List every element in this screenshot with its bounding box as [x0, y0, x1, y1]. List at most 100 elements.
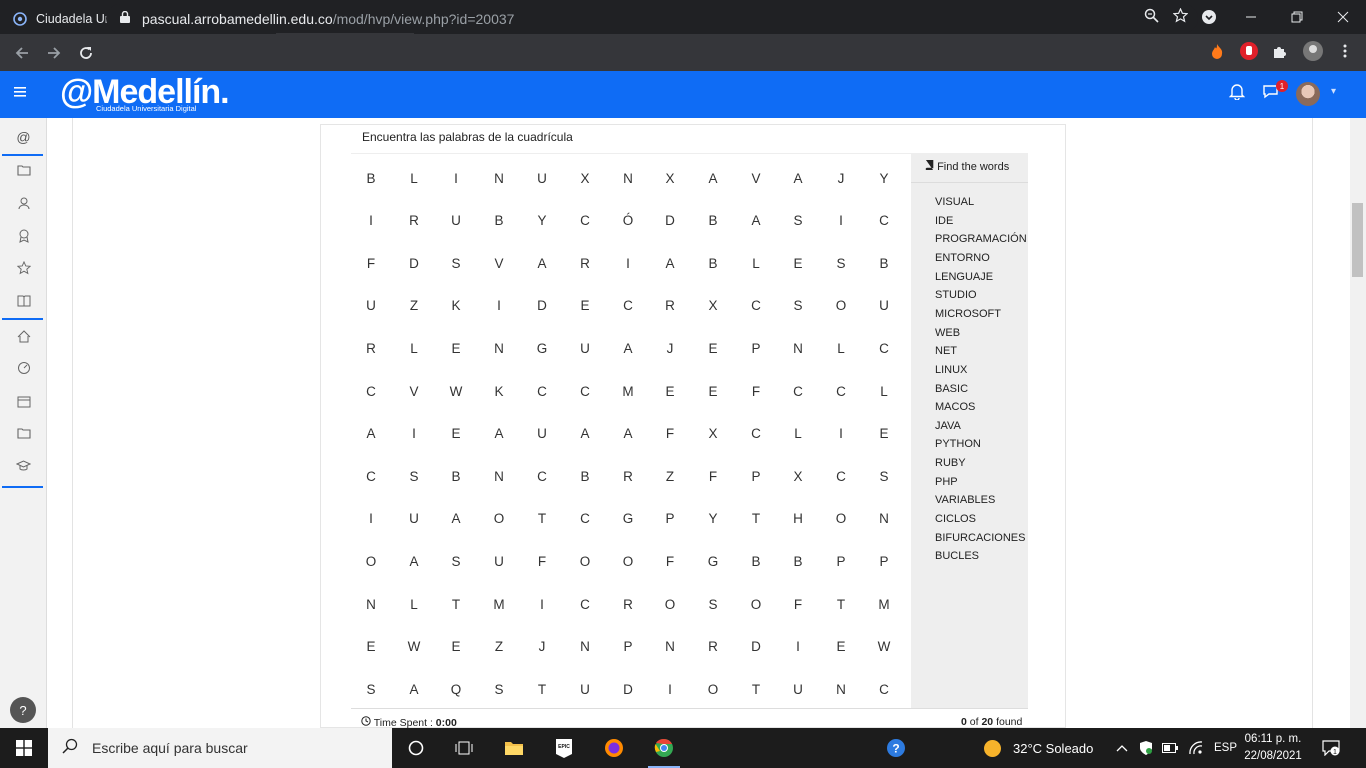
grid-cell[interactable]: M	[613, 376, 643, 406]
grid-cell[interactable]: E	[356, 631, 386, 661]
grid-cell[interactable]: A	[698, 163, 728, 193]
grid-cell[interactable]: E	[570, 290, 600, 320]
grid-cell[interactable]: C	[570, 589, 600, 619]
grid-cell[interactable]: O	[655, 589, 685, 619]
grid-cell[interactable]: O	[484, 503, 514, 533]
grid-cell[interactable]: Y	[527, 205, 557, 235]
letter-grid[interactable]: BLINUXNXAVAJYIRUBYCÓDBASICFDSVARIABLESBU…	[351, 153, 911, 708]
grid-cell[interactable]: N	[869, 503, 899, 533]
grid-cell[interactable]: C	[570, 376, 600, 406]
grid-cell[interactable]: U	[783, 674, 813, 704]
grid-cell[interactable]: P	[655, 503, 685, 533]
grid-cell[interactable]: S	[826, 248, 856, 278]
grid-cell[interactable]: A	[613, 333, 643, 363]
grid-cell[interactable]: G	[613, 503, 643, 533]
grid-cell[interactable]: S	[441, 248, 471, 278]
grid-cell[interactable]: A	[570, 418, 600, 448]
grid-cell[interactable]: Ó	[613, 205, 643, 235]
grid-cell[interactable]: X	[655, 163, 685, 193]
grid-cell[interactable]: P	[613, 631, 643, 661]
grid-cell[interactable]: F	[655, 418, 685, 448]
grid-cell[interactable]: C	[741, 418, 771, 448]
grid-cell[interactable]: Q	[441, 674, 471, 704]
grid-cell[interactable]: S	[484, 674, 514, 704]
minimize-icon[interactable]	[1228, 0, 1274, 34]
zoom-icon[interactable]	[1144, 8, 1159, 27]
grid-cell[interactable]: A	[655, 248, 685, 278]
sidebar-participants-icon[interactable]	[0, 187, 47, 219]
grid-cell[interactable]: R	[655, 290, 685, 320]
grid-cell[interactable]: E	[698, 333, 728, 363]
grid-cell[interactable]: P	[741, 333, 771, 363]
sidebar-star-icon[interactable]	[0, 252, 47, 284]
grid-cell[interactable]: A	[356, 418, 386, 448]
grid-cell[interactable]: B	[869, 248, 899, 278]
grid-cell[interactable]: S	[869, 461, 899, 491]
show-hidden-icons[interactable]	[1116, 728, 1128, 768]
address-bar[interactable]: pascual.arrobamedellin.edu.co/mod/hvp/vi…	[106, 4, 1198, 33]
grid-cell[interactable]: S	[783, 205, 813, 235]
grid-cell[interactable]: L	[399, 589, 429, 619]
grid-cell[interactable]: C	[869, 674, 899, 704]
grid-cell[interactable]: C	[570, 503, 600, 533]
grid-cell[interactable]: N	[655, 631, 685, 661]
grid-cell[interactable]: C	[826, 376, 856, 406]
grid-cell[interactable]: U	[570, 674, 600, 704]
grid-cell[interactable]: I	[356, 503, 386, 533]
grid-cell[interactable]: K	[441, 290, 471, 320]
grid-cell[interactable]: R	[399, 205, 429, 235]
grid-cell[interactable]: W	[869, 631, 899, 661]
epic-games-icon[interactable]: EPIC	[540, 728, 588, 768]
sidebar-grades-icon[interactable]	[0, 284, 47, 316]
grid-cell[interactable]: I	[441, 163, 471, 193]
grid-cell[interactable]: I	[484, 290, 514, 320]
grid-cell[interactable]: B	[441, 461, 471, 491]
browser-menu-icon[interactable]	[1334, 40, 1356, 62]
grid-cell[interactable]: N	[570, 631, 600, 661]
grid-cell[interactable]: I	[399, 418, 429, 448]
grid-cell[interactable]: C	[527, 376, 557, 406]
extensions-puzzle-icon[interactable]	[1268, 40, 1290, 62]
weather-widget[interactable]: 32°C Soleado	[983, 728, 1093, 768]
grid-cell[interactable]: C	[741, 290, 771, 320]
grid-cell[interactable]: S	[441, 546, 471, 576]
grid-cell[interactable]: V	[399, 376, 429, 406]
grid-cell[interactable]: T	[527, 503, 557, 533]
grid-cell[interactable]: A	[399, 546, 429, 576]
grid-cell[interactable]: N	[613, 163, 643, 193]
grid-cell[interactable]: S	[698, 589, 728, 619]
grid-cell[interactable]: V	[741, 163, 771, 193]
restore-icon[interactable]	[1274, 0, 1320, 34]
wifi-icon[interactable]	[1188, 728, 1204, 768]
input-language[interactable]: ESP	[1214, 728, 1237, 768]
chrome-icon[interactable]	[640, 728, 688, 768]
grid-cell[interactable]: R	[613, 589, 643, 619]
sidebar-dashboard-icon[interactable]	[0, 352, 47, 384]
user-menu-caret-icon[interactable]: ▾	[1331, 86, 1336, 97]
grid-cell[interactable]: E	[783, 248, 813, 278]
grid-cell[interactable]: B	[698, 205, 728, 235]
grid-cell[interactable]: I	[613, 248, 643, 278]
grid-cell[interactable]: F	[783, 589, 813, 619]
grid-cell[interactable]: S	[399, 461, 429, 491]
grid-cell[interactable]: E	[826, 631, 856, 661]
grid-cell[interactable]: U	[527, 163, 557, 193]
grid-cell[interactable]: W	[441, 376, 471, 406]
grid-cell[interactable]: B	[741, 546, 771, 576]
grid-cell[interactable]: D	[613, 674, 643, 704]
grid-cell[interactable]: A	[441, 503, 471, 533]
grid-cell[interactable]: C	[826, 461, 856, 491]
grid-cell[interactable]: H	[783, 503, 813, 533]
grid-cell[interactable]: O	[698, 674, 728, 704]
grid-cell[interactable]: S	[356, 674, 386, 704]
grid-cell[interactable]: Y	[869, 163, 899, 193]
grid-cell[interactable]: N	[484, 333, 514, 363]
grid-cell[interactable]: Z	[655, 461, 685, 491]
sidebar-files-icon[interactable]	[0, 417, 47, 449]
grid-cell[interactable]: N	[484, 461, 514, 491]
grid-cell[interactable]: A	[783, 163, 813, 193]
grid-cell[interactable]: P	[826, 546, 856, 576]
grid-cell[interactable]: C	[356, 376, 386, 406]
scrollbar-thumb[interactable]	[1352, 203, 1363, 277]
grid-cell[interactable]: O	[570, 546, 600, 576]
